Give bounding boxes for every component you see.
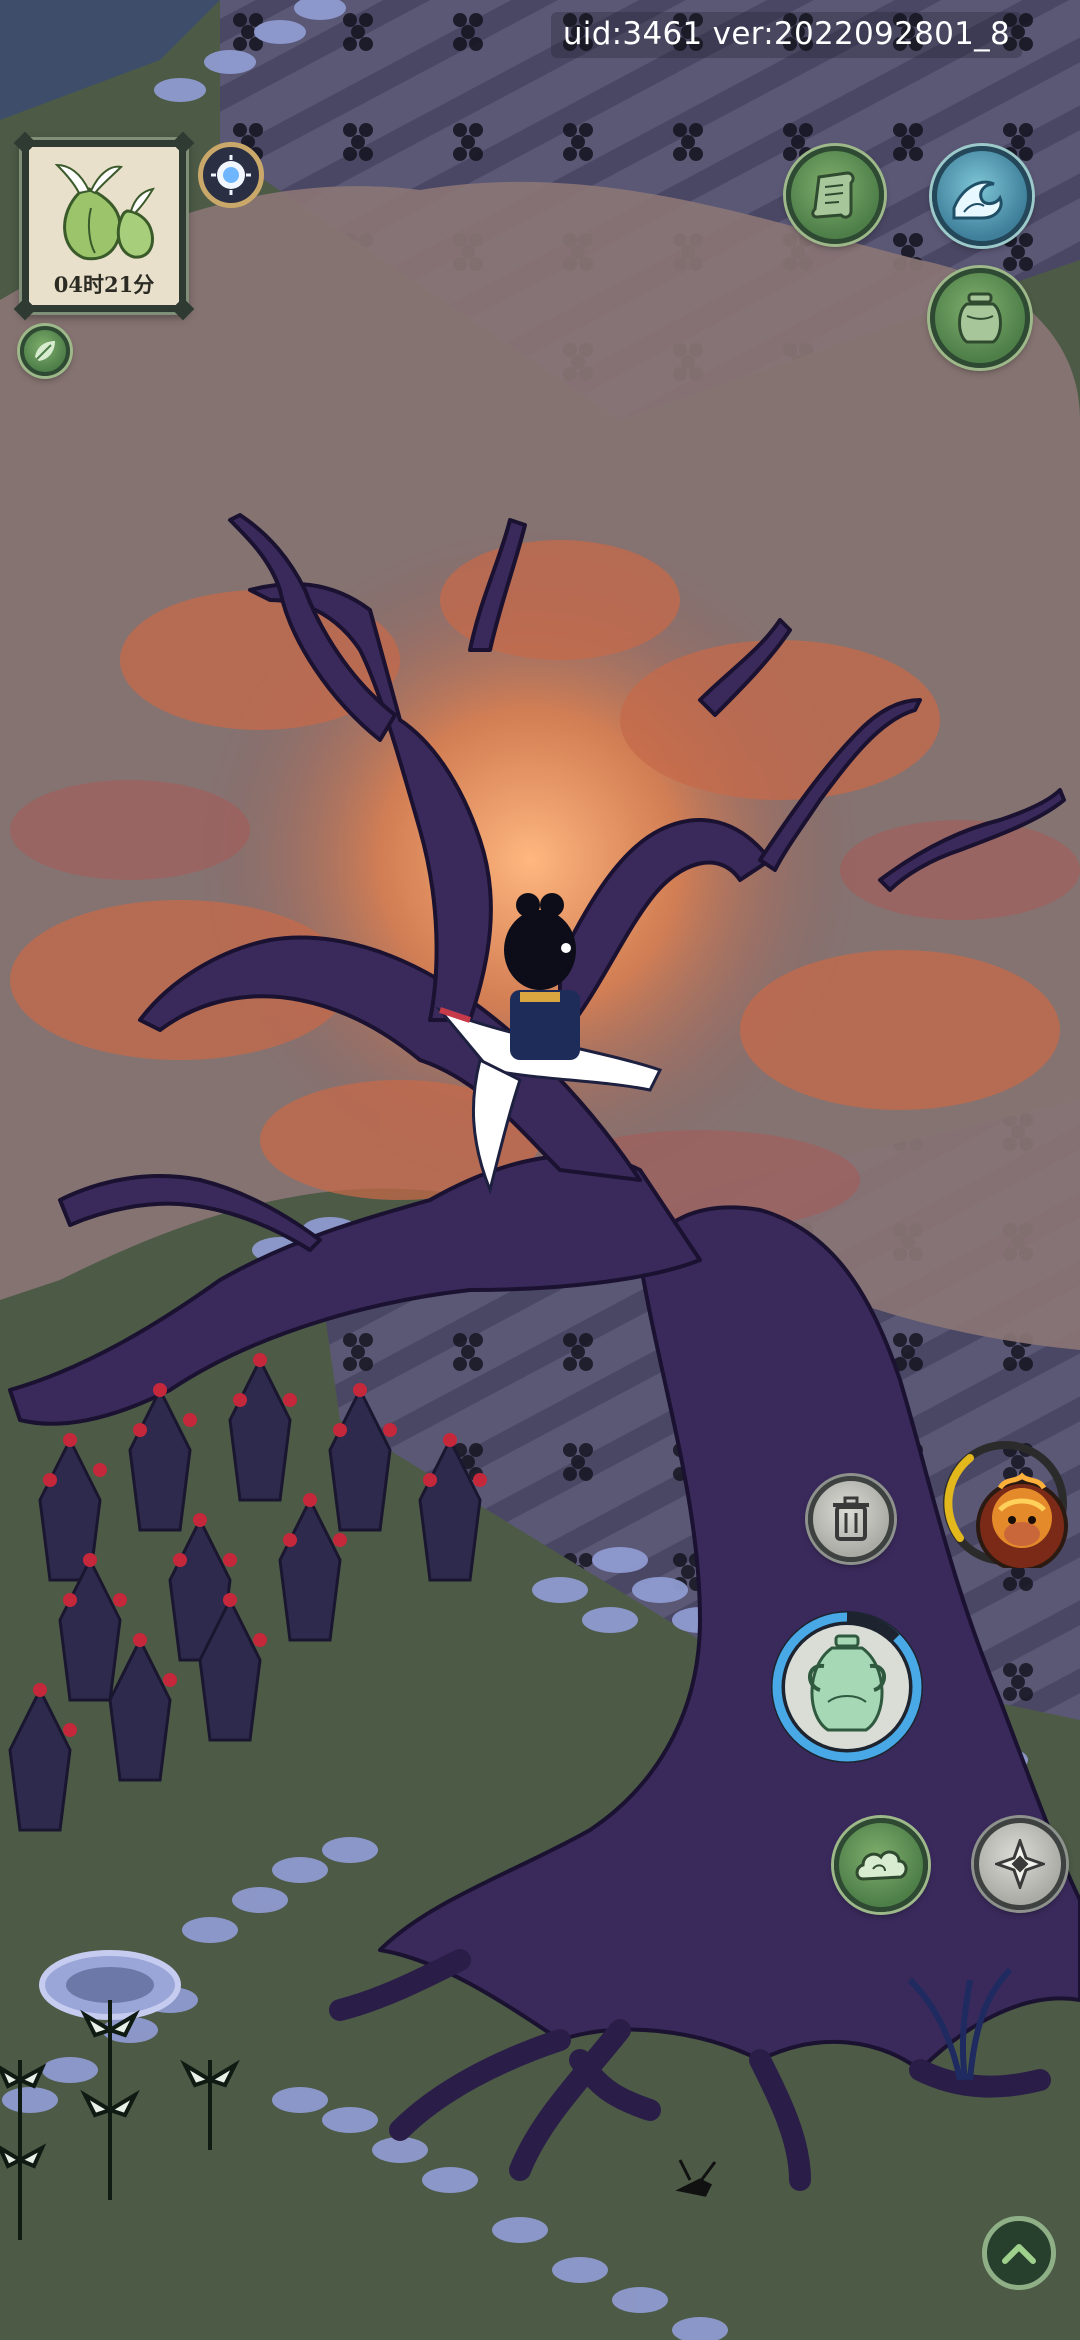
vase-action-button[interactable]: [766, 1606, 928, 1768]
character-avatar-button[interactable]: [940, 1438, 1070, 1568]
trash-icon: [833, 1496, 869, 1541]
cloud-icon: [855, 1850, 908, 1881]
crop-time-remaining: 04时21分: [53, 272, 155, 297]
energy-ring: [944, 1454, 974, 1542]
wave-button[interactable]: [932, 146, 1032, 246]
uid-version-label: uid:3461 ver:2022092801_8: [550, 12, 1022, 58]
collapse-menu-button[interactable]: [982, 2216, 1056, 2290]
moon-sun-icon: [211, 155, 251, 195]
scroll-icon: [811, 171, 855, 219]
trash-button[interactable]: [808, 1476, 894, 1562]
scroll-button[interactable]: [786, 146, 884, 244]
game-scene[interactable]: [0, 0, 1080, 2340]
cloud-button[interactable]: [834, 1818, 928, 1912]
shuriken-icon: [995, 1839, 1045, 1889]
crop-timer-card[interactable]: 04时21分: [13, 131, 195, 321]
time-of-day-indicator[interactable]: [198, 142, 264, 208]
leaf-icon: [35, 341, 55, 361]
chevron-up-icon: [1002, 2244, 1036, 2264]
bulb-sprout-icon: [54, 163, 156, 261]
jar-button[interactable]: [930, 268, 1030, 368]
shuriken-button[interactable]: [974, 1818, 1066, 1910]
wave-icon: [952, 180, 1003, 220]
leaf-button[interactable]: [20, 326, 70, 376]
monkey-king-avatar-icon: [976, 1472, 1068, 1568]
jar-icon: [958, 292, 1002, 344]
